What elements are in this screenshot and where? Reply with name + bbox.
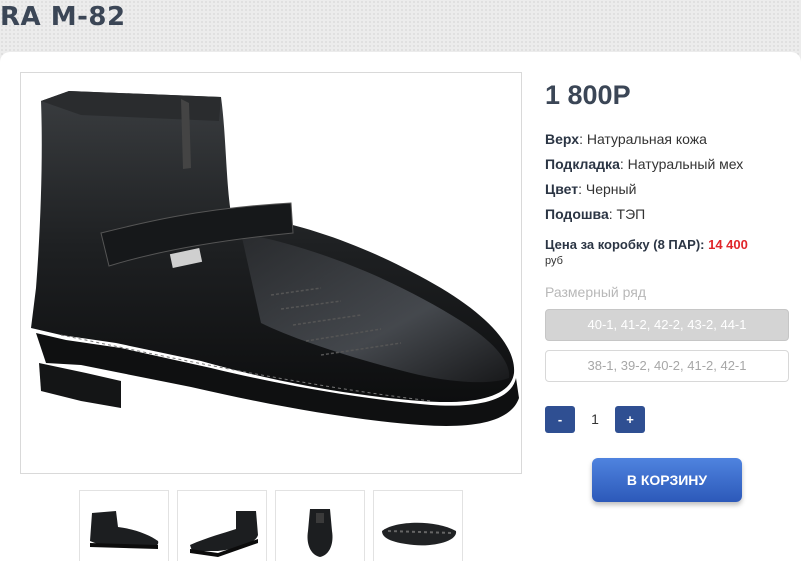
spec-lining: Подкладка: Натуральный мех bbox=[545, 156, 744, 172]
box-price-currency: руб bbox=[545, 255, 563, 267]
quantity-value[interactable]: 1 bbox=[579, 406, 611, 433]
spec-upper: Верх: Натуральная кожа bbox=[545, 131, 707, 147]
spec-value: Черный bbox=[585, 181, 637, 197]
quantity-increase-button[interactable]: + bbox=[615, 406, 645, 433]
size-option-selected[interactable]: 40-1, 41-2, 42-2, 43-2, 44-1 bbox=[545, 309, 789, 341]
thumbnail-1[interactable] bbox=[79, 490, 169, 561]
add-to-cart-button[interactable]: В КОРЗИНУ bbox=[592, 458, 742, 502]
spec-sole: Подошва: ТЭП bbox=[545, 206, 646, 222]
spec-key: Цвет bbox=[545, 181, 579, 197]
boot-side-view-icon bbox=[90, 511, 159, 549]
spec-value: Натуральная кожа bbox=[586, 131, 707, 147]
quantity-decrease-button[interactable]: - bbox=[545, 406, 575, 433]
product-price: 1 800Р bbox=[545, 80, 631, 110]
boot-angled-view-icon bbox=[190, 511, 258, 557]
boot-front-view-icon bbox=[307, 509, 333, 557]
spec-color: Цвет: Черный bbox=[545, 181, 637, 197]
spec-value: ТЭП bbox=[616, 206, 646, 222]
thumbnail-4[interactable] bbox=[373, 490, 463, 561]
product-main-image[interactable] bbox=[20, 72, 522, 474]
boot-main-icon bbox=[31, 91, 519, 426]
box-price: Цена за коробку (8 ПАР): 14 400 руб bbox=[545, 237, 785, 269]
spec-key: Подошва bbox=[545, 206, 609, 222]
box-price-label: Цена за коробку (8 ПАР): bbox=[545, 237, 705, 252]
spec-value: Натуральный мех bbox=[627, 156, 744, 172]
boot-sole-view-icon bbox=[382, 522, 457, 546]
box-price-value: 14 400 bbox=[708, 237, 748, 252]
sizes-label: Размерный ряд bbox=[545, 284, 647, 300]
page-title: RA M-82 bbox=[0, 2, 126, 32]
thumbnail-2[interactable] bbox=[177, 490, 267, 561]
thumbnail-3[interactable] bbox=[275, 490, 365, 561]
spec-key: Верх bbox=[545, 131, 580, 147]
size-option[interactable]: 38-1, 39-2, 40-2, 41-2, 42-1 bbox=[545, 350, 789, 382]
spec-key: Подкладка bbox=[545, 156, 620, 172]
